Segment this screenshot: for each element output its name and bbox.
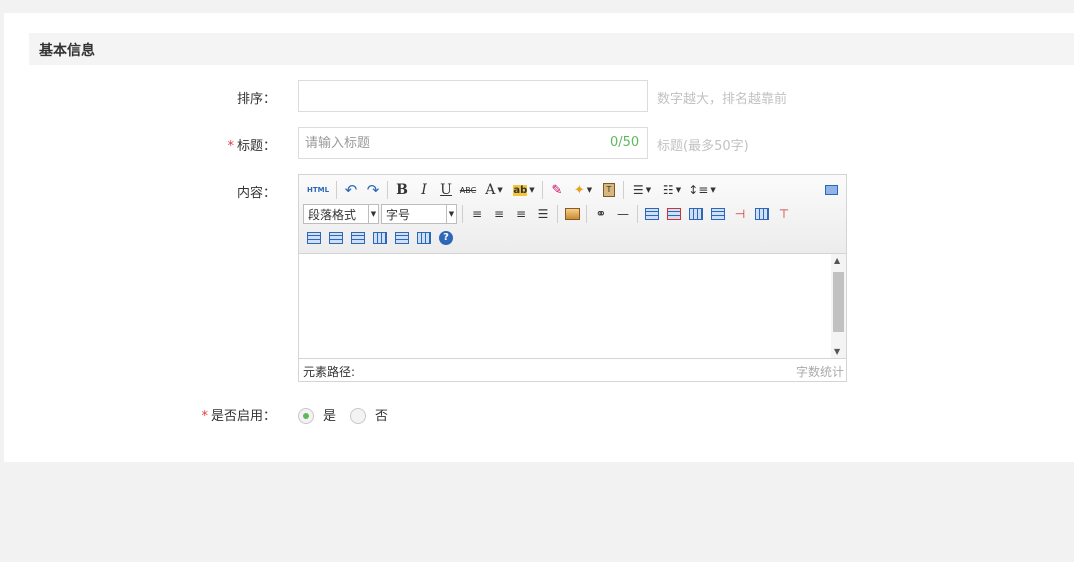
title-hint: 标题(最多50字) bbox=[657, 139, 749, 154]
html-source-icon[interactable]: HTML bbox=[303, 180, 333, 200]
editor-scrollbar[interactable]: ▲ ▼ bbox=[831, 254, 846, 358]
toolbar-row-3: ? bbox=[303, 227, 457, 249]
required-mark: * bbox=[201, 409, 208, 424]
split-cells-icon[interactable] bbox=[369, 228, 391, 248]
toolbar-separator bbox=[462, 205, 463, 223]
insert-caption-icon[interactable] bbox=[685, 204, 707, 224]
font-size-select[interactable]: 字号 ▼ bbox=[381, 204, 457, 224]
section-title: 基本信息 bbox=[39, 43, 95, 59]
format-painter-icon[interactable]: ✦ ▼ bbox=[568, 180, 598, 200]
editor-toolbar: HTML ↶ ↷ B I U ABC A ▼ ab ▼ ✎ ✦ ▼ T ☰ ▼ ☷ ▼ ↕… bbox=[299, 175, 846, 254]
rich-text-editor: HTML ↶ ↷ B I U ABC A ▼ ab ▼ ✎ ✦ ▼ T ☰ ▼ ☷ ▼ ↕… bbox=[298, 174, 847, 382]
split-cols-icon[interactable] bbox=[413, 228, 435, 248]
merge-right-icon[interactable] bbox=[325, 228, 347, 248]
paragraph-format-select[interactable]: 段落格式 ▼ bbox=[303, 204, 379, 224]
split-rows-icon[interactable] bbox=[391, 228, 413, 248]
html-source-label: HTML bbox=[306, 186, 330, 194]
word-count: 字数统计 bbox=[795, 365, 844, 379]
toolbar-separator bbox=[336, 181, 337, 199]
delete-col-icon[interactable]: ⊤ bbox=[773, 204, 795, 224]
toolbar-separator bbox=[586, 205, 587, 223]
horizontal-rule-icon[interactable]: — bbox=[612, 204, 634, 224]
enabled-no-label: 否 bbox=[375, 409, 389, 424]
title-input[interactable] bbox=[298, 127, 648, 159]
underline-icon[interactable]: U bbox=[435, 180, 457, 200]
merge-down-icon[interactable] bbox=[347, 228, 369, 248]
scroll-down-icon[interactable]: ▼ bbox=[834, 347, 840, 356]
title-label-text: 标题： bbox=[236, 139, 276, 154]
align-center-icon[interactable]: ≡ bbox=[488, 204, 510, 224]
toolbar-separator bbox=[637, 205, 638, 223]
toolbar-separator bbox=[387, 181, 388, 199]
toolbar-separator bbox=[557, 205, 558, 223]
form-card: 基本信息 排序： 数字越大，排名越靠前 *标题： 0/50 标题(最多50字) … bbox=[4, 13, 1074, 462]
sort-label: 排序： bbox=[236, 92, 276, 107]
bold-icon[interactable]: B bbox=[391, 180, 413, 200]
delete-row-icon[interactable]: ⊣ bbox=[729, 204, 751, 224]
chevron-down-icon: ▼ bbox=[368, 205, 378, 223]
align-left-icon[interactable]: ≡ bbox=[466, 204, 488, 224]
unordered-list-icon[interactable]: ☷ ▼ bbox=[657, 180, 687, 200]
ordered-list-icon[interactable]: ☰ ▼ bbox=[627, 180, 657, 200]
editor-content-area[interactable] bbox=[299, 254, 846, 358]
scroll-up-icon[interactable]: ▲ bbox=[834, 256, 840, 265]
enabled-no-radio[interactable] bbox=[350, 408, 366, 424]
align-right-icon[interactable]: ≡ bbox=[510, 204, 532, 224]
content-label: 内容： bbox=[236, 186, 276, 201]
font-color-icon[interactable]: A ▼ bbox=[479, 180, 509, 200]
title-label: * 标题： bbox=[227, 135, 276, 154]
toolbar-row-1: HTML ↶ ↷ B I U ABC A ▼ ab ▼ ✎ ✦ ▼ T ☰ ▼ ☷ ▼ ↕… bbox=[303, 179, 717, 201]
enabled-yes-label: 是 bbox=[323, 409, 337, 424]
element-path-label: 元素路径: bbox=[303, 365, 356, 379]
eraser-icon[interactable]: ✎ bbox=[546, 180, 568, 200]
undo-icon[interactable]: ↶ bbox=[340, 180, 362, 200]
paragraph-format-value: 段落格式 bbox=[308, 207, 357, 222]
toolbar-row-2: 段落格式 ▼ 字号 ▼ ≡ ≡ ≡ ☰ ⚭ — ⊣ ⊤ bbox=[303, 203, 795, 225]
image-icon[interactable] bbox=[561, 204, 583, 224]
enabled-yes-radio[interactable] bbox=[298, 408, 314, 424]
italic-icon[interactable]: I bbox=[413, 180, 435, 200]
toolbar-separator bbox=[542, 181, 543, 199]
strikethrough-icon[interactable]: ABC bbox=[457, 180, 479, 200]
scroll-thumb[interactable] bbox=[833, 272, 844, 332]
required-mark: * bbox=[227, 139, 234, 154]
paste-plain-icon[interactable]: T bbox=[598, 180, 620, 200]
enabled-label-text: 是否启用： bbox=[210, 409, 276, 424]
font-size-value: 字号 bbox=[386, 207, 411, 222]
sort-hint: 数字越大，排名越靠前 bbox=[657, 92, 788, 107]
insert-row-icon[interactable] bbox=[707, 204, 729, 224]
editor-statusbar: 元素路径: 字数统计 bbox=[299, 358, 846, 381]
align-justify-icon[interactable]: ☰ bbox=[532, 204, 554, 224]
insert-table-icon[interactable] bbox=[641, 204, 663, 224]
find-replace-icon[interactable]: ⚭ bbox=[590, 204, 612, 224]
chevron-down-icon: ▼ bbox=[446, 205, 456, 223]
sort-input[interactable] bbox=[298, 80, 648, 112]
insert-col-icon[interactable] bbox=[751, 204, 773, 224]
line-height-icon[interactable]: ↕≡ ▼ bbox=[687, 180, 717, 200]
merge-cells-icon[interactable] bbox=[303, 228, 325, 248]
toolbar-separator bbox=[623, 181, 624, 199]
redo-icon[interactable]: ↷ bbox=[362, 180, 384, 200]
background-color-icon[interactable]: ab ▼ bbox=[509, 180, 539, 200]
delete-table-icon[interactable] bbox=[663, 204, 685, 224]
title-char-counter: 0/50 bbox=[610, 135, 640, 150]
fullscreen-icon[interactable] bbox=[820, 180, 842, 200]
enabled-label: * 是否启用： bbox=[201, 405, 276, 424]
help-icon[interactable]: ? bbox=[435, 228, 457, 248]
section-header: 基本信息 bbox=[29, 33, 1074, 65]
